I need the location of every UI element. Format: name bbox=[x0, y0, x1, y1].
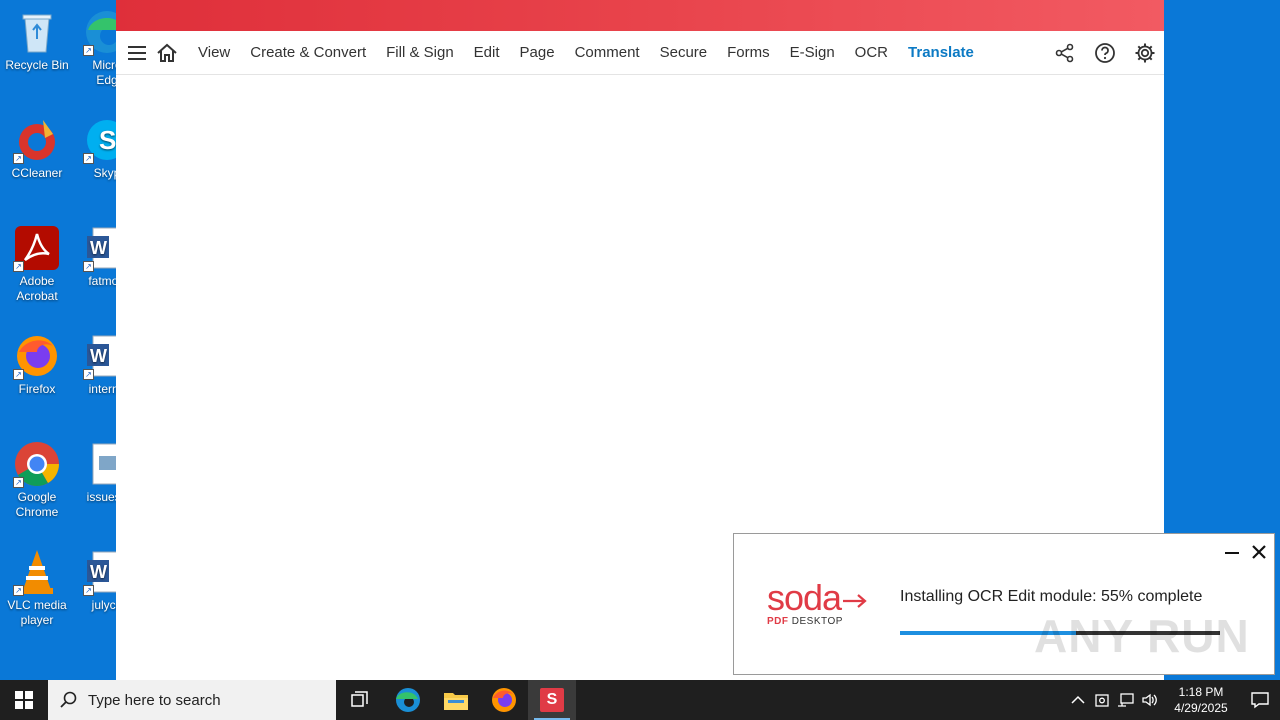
desktop-icon-label: Firefox bbox=[18, 382, 56, 396]
taskbar-search-box[interactable]: Type here to search bbox=[48, 680, 336, 720]
volume-icon[interactable] bbox=[1138, 680, 1162, 720]
desktop-icon-label: Google Chrome bbox=[15, 490, 59, 519]
shortcut-arrow-icon: ↗ bbox=[13, 477, 24, 488]
show-hidden-icons-chevron-up-icon[interactable] bbox=[1066, 680, 1090, 720]
google-chrome-icon: ↗ bbox=[13, 440, 61, 488]
shortcut-arrow-icon: ↗ bbox=[13, 261, 24, 272]
search-placeholder: Type here to search bbox=[88, 691, 221, 709]
taskbar: Type here to search S 1:18 PM 4/29/2025 bbox=[0, 680, 1280, 720]
menu-ocr[interactable]: OCR bbox=[845, 44, 898, 61]
desktop-icon-label: Adobe Acrobat bbox=[16, 274, 58, 303]
desktop-icon-label: CCleaner bbox=[11, 166, 63, 180]
desktop-icon-recycle-bin[interactable]: Recycle Bin bbox=[0, 8, 74, 73]
svg-text:W: W bbox=[90, 346, 107, 366]
vlc-icon: ↗ bbox=[13, 548, 61, 596]
logo-word: soda bbox=[767, 577, 842, 618]
task-view-icon[interactable] bbox=[336, 680, 384, 720]
shortcut-arrow-icon: ↗ bbox=[83, 585, 94, 596]
menu-right-actions bbox=[1054, 31, 1156, 75]
logo-sub-pdf: PDF bbox=[767, 616, 789, 627]
taskbar-clock[interactable]: 1:18 PM 4/29/2025 bbox=[1162, 684, 1240, 716]
menu-translate[interactable]: Translate bbox=[898, 44, 984, 61]
shortcut-arrow-icon: ↗ bbox=[13, 369, 24, 380]
shortcut-arrow-icon: ↗ bbox=[83, 45, 94, 56]
adobe-acrobat-icon: ↗ bbox=[13, 224, 61, 272]
shortcut-arrow-icon: ↗ bbox=[83, 153, 94, 164]
minimize-icon[interactable] bbox=[1222, 542, 1242, 562]
system-tray: 1:18 PM 4/29/2025 bbox=[1066, 680, 1280, 720]
desktop-icon-label: Recycle Bin bbox=[5, 58, 69, 72]
shortcut-arrow-icon: ↗ bbox=[13, 585, 24, 596]
hamburger-menu-icon[interactable] bbox=[126, 42, 148, 64]
taskbar-edge-icon[interactable] bbox=[384, 680, 432, 720]
firefox-icon: ↗ bbox=[13, 332, 61, 380]
desktop-icon-google-chrome[interactable]: ↗ Google Chrome bbox=[0, 440, 74, 520]
close-icon[interactable] bbox=[1249, 542, 1269, 562]
settings-gear-icon[interactable] bbox=[1134, 42, 1156, 64]
menu-secure[interactable]: Secure bbox=[650, 44, 718, 61]
menu-forms[interactable]: Forms bbox=[717, 44, 780, 61]
taskbar-soda-pdf-icon[interactable]: S bbox=[528, 680, 576, 720]
taskbar-file-explorer-icon[interactable] bbox=[432, 680, 480, 720]
clock-time: 1:18 PM bbox=[1178, 685, 1224, 699]
svg-text:W: W bbox=[90, 562, 107, 582]
search-icon bbox=[60, 691, 77, 708]
logo-subtitle: PDF DESKTOP bbox=[767, 616, 869, 627]
svg-text:W: W bbox=[90, 238, 107, 258]
windows-start-icon[interactable] bbox=[0, 680, 48, 720]
action-center-notification-icon[interactable] bbox=[1240, 680, 1280, 720]
desktop-icon-firefox[interactable]: ↗ Firefox bbox=[0, 332, 74, 397]
taskbar-firefox-icon[interactable] bbox=[480, 680, 528, 720]
install-progress-popup: soda PDF DESKTOP Installing OCR Edit mod… bbox=[733, 533, 1275, 675]
logo-arrow-icon bbox=[843, 594, 867, 608]
logo-sub-desktop: DESKTOP bbox=[791, 616, 843, 627]
desktop-icon-adobe-acrobat[interactable]: ↗ Adobe Acrobat bbox=[0, 224, 74, 304]
tray-device-icon[interactable] bbox=[1090, 680, 1114, 720]
app-titlebar[interactable] bbox=[116, 0, 1164, 31]
install-status-text: Installing OCR Edit module: 55% complete bbox=[900, 588, 1203, 605]
menu-e-sign[interactable]: E-Sign bbox=[780, 44, 845, 61]
soda-pdf-app-letter: S bbox=[540, 688, 564, 712]
shortcut-arrow-icon: ↗ bbox=[83, 261, 94, 272]
desktop-icon-ccleaner[interactable]: ↗ CCleaner bbox=[0, 116, 74, 181]
anyrun-watermark: ANY RUN bbox=[1034, 610, 1250, 662]
desktop-icon-vlc[interactable]: ↗ VLC media player bbox=[0, 548, 74, 628]
menu-edit[interactable]: Edit bbox=[464, 44, 510, 61]
menu-comment[interactable]: Comment bbox=[565, 44, 650, 61]
app-menubar: View Create & Convert Fill & Sign Edit P… bbox=[116, 31, 1164, 75]
soda-pdf-logo: soda PDF DESKTOP bbox=[767, 580, 869, 627]
home-icon[interactable] bbox=[156, 42, 178, 64]
recycle-bin-icon bbox=[13, 8, 61, 56]
svg-text:S: S bbox=[99, 125, 116, 155]
menu-fill-sign[interactable]: Fill & Sign bbox=[376, 44, 464, 61]
shortcut-arrow-icon: ↗ bbox=[83, 369, 94, 380]
menu-create-convert[interactable]: Create & Convert bbox=[240, 44, 376, 61]
share-icon[interactable] bbox=[1054, 42, 1076, 64]
menu-view[interactable]: View bbox=[188, 44, 240, 61]
desktop-icon-label: VLC media player bbox=[7, 598, 67, 627]
menu-page[interactable]: Page bbox=[510, 44, 565, 61]
network-icon[interactable] bbox=[1114, 680, 1138, 720]
ccleaner-icon: ↗ bbox=[13, 116, 61, 164]
clock-date: 4/29/2025 bbox=[1174, 701, 1228, 715]
help-icon[interactable] bbox=[1094, 42, 1116, 64]
shortcut-arrow-icon: ↗ bbox=[13, 153, 24, 164]
